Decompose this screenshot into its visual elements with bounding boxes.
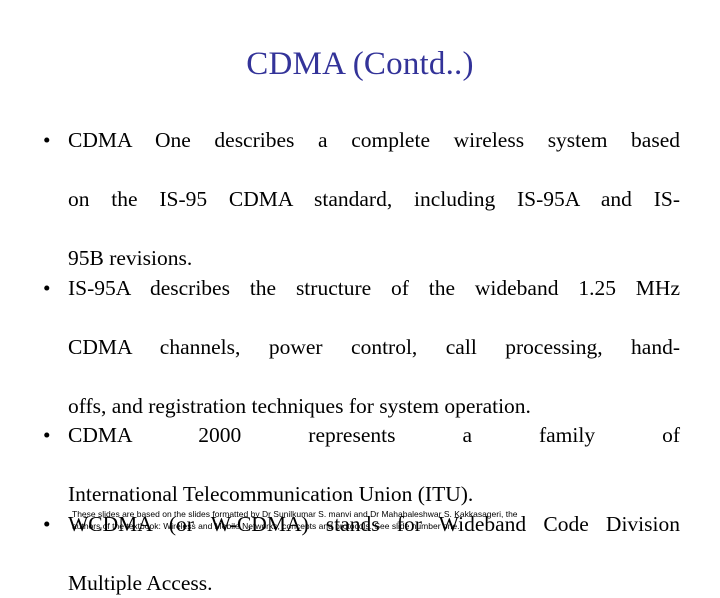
bullet-line: IS-95A describes the structure of the wi… (68, 274, 680, 333)
footer-credit: These slides are based on the slides for… (72, 508, 672, 532)
bullet-line: CDMA channels, power control, call proce… (68, 333, 680, 392)
bullet-marker-icon: • (43, 274, 57, 304)
footer-line: authors of the textbook: Wireless and Mo… (72, 520, 672, 532)
list-item: • CDMA 2000 represents a family of Inter… (36, 421, 680, 510)
bullet-line: Multiple Access. (68, 569, 680, 598)
bullet-line: on the IS-95 CDMA standard, including IS… (68, 185, 680, 244)
bullet-line: CDMA 2000 represents a family of (68, 421, 680, 480)
bullet-marker-icon: • (43, 421, 57, 451)
bullet-line: CDMA One describes a complete wireless s… (68, 126, 680, 185)
bullet-marker-icon: • (43, 510, 57, 540)
list-item: • CDMA One describes a complete wireless… (36, 126, 680, 274)
footer-line: These slides are based on the slides for… (72, 508, 672, 520)
bullet-line: offs, and registration techniques for sy… (68, 392, 680, 422)
bullet-marker-icon: • (43, 126, 57, 156)
page-title: CDMA (Contd..) (40, 44, 680, 84)
list-item: • IS-95A describes the structure of the … (36, 274, 680, 422)
slide-canvas: CDMA (Contd..) • CDMA One describes a co… (0, 0, 720, 540)
bullet-line: 95B revisions. (68, 244, 680, 274)
bullet-line: International Telecommunication Union (I… (68, 480, 680, 510)
